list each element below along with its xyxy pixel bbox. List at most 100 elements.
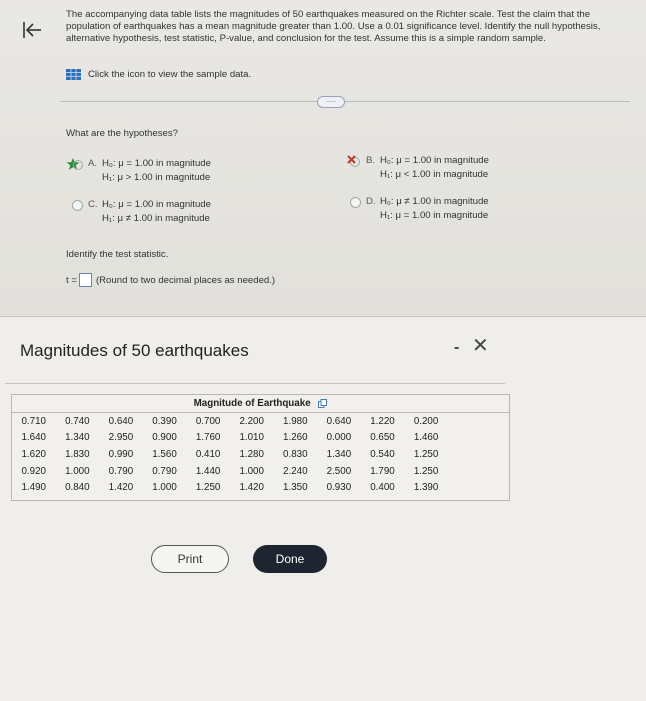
print-button[interactable]: Print [151, 545, 229, 573]
table-row: 0.710 0.740 0.640 0.390 0.700 2.200 1.980 0.640… [12, 413, 509, 430]
table-cell: 0.200 [413, 415, 439, 427]
option-c[interactable]: C. H₀: μ = 1.00 in magnitude H₁: μ ≠ 1.0… [66, 198, 211, 226]
radio-button[interactable] [72, 200, 83, 211]
close-icon[interactable]: ✕ [472, 333, 489, 358]
table-cell: 1.640 [21, 432, 46, 444]
table-cell: 1.250 [413, 465, 439, 477]
table-caption: Magnitude of Earthquake [12, 398, 509, 409]
table-cell: 1.000 [239, 465, 264, 477]
table-cell: 1.620 [21, 448, 46, 460]
rounding-hint: (Round to two decimal places as needed.) [95, 274, 276, 286]
table-cell: 0.990 [108, 448, 134, 460]
table-cell: 0.920 [21, 465, 46, 477]
sample-link-label: Click the icon to view the sample data. [88, 69, 252, 80]
option-letter: C. [88, 199, 98, 210]
null-hypothesis: H₀: μ = 1.00 in magnitude [102, 199, 211, 210]
table-cell: 1.010 [239, 432, 264, 444]
copy-icon[interactable] [318, 398, 328, 408]
table-cell: 1.790 [370, 465, 395, 477]
back-arrow-icon[interactable] [22, 20, 42, 40]
option-b[interactable]: B. H₀: μ = 1.00 in magnitude H₁: μ < 1.0… [344, 154, 489, 182]
t-label: t = [66, 274, 77, 286]
table-body: 0.710 0.740 0.640 0.390 0.700 2.200 1.980 0.640… [12, 412, 509, 496]
table-cell: 2.200 [239, 415, 264, 427]
table-cell: 0.390 [152, 415, 177, 427]
table-cell: 1.250 [195, 482, 221, 494]
dialog-divider [5, 383, 505, 384]
table-icon[interactable] [66, 69, 81, 80]
test-statistic-input[interactable] [78, 273, 92, 287]
table-cell: 0.900 [152, 432, 177, 444]
table-cell: 0.930 [326, 482, 352, 494]
table-cell: 1.280 [239, 448, 264, 460]
alternative-hypothesis: H₁: μ ≠ 1.00 in magnitude [102, 213, 210, 224]
null-hypothesis: H₀: μ = 1.00 in magnitude [102, 158, 211, 169]
table-cell: 1.340 [65, 432, 90, 444]
more-button[interactable]: ..... [317, 96, 345, 108]
table-cell: 1.340 [326, 448, 352, 460]
table-cell: 0.540 [370, 448, 395, 460]
table-cell: 0.830 [283, 448, 308, 460]
table-cell: 1.460 [413, 432, 439, 444]
table-cell: 1.830 [65, 448, 90, 460]
table-row: 1.620 1.830 0.990 1.560 0.410 1.280 0.830 1.340… [12, 446, 509, 463]
null-hypothesis: H₀: μ = 1.00 in magnitude [380, 155, 489, 166]
table-cell: 0.840 [65, 482, 90, 494]
table-row: 1.640 1.340 2.950 0.900 1.760 1.010 1.260 0.000… [12, 430, 509, 447]
test-statistic-row: t = (Round to two decimal places as need… [66, 273, 275, 287]
table-cell: 1.000 [65, 465, 90, 477]
table-cell: 0.000 [326, 432, 352, 444]
table-cell: 1.420 [108, 482, 134, 494]
table-cell: 0.700 [195, 415, 221, 427]
table-cell: 1.390 [413, 482, 439, 494]
hypotheses-prompt: What are the hypotheses? [66, 128, 178, 139]
table-cell: 1.220 [370, 415, 395, 427]
table-row: 0.920 1.000 0.790 0.790 1.440 1.000 2.240 2.500… [12, 463, 509, 480]
alternative-hypothesis: H₁: μ < 1.00 in magnitude [380, 169, 489, 180]
table-cell: 0.400 [370, 482, 395, 494]
table-cell: 0.640 [326, 415, 352, 427]
alternative-hypothesis: H₁: μ = 1.00 in magnitude [380, 210, 489, 221]
table-cell: 0.790 [108, 465, 134, 477]
sample-data-link[interactable]: Click the icon to view the sample data. [66, 69, 251, 80]
option-a[interactable]: A. H₀: μ = 1.00 in magnitude H₁: μ > 1.0… [66, 157, 211, 185]
table-cell: 0.790 [152, 465, 177, 477]
table-cell: 0.410 [195, 448, 221, 460]
section-divider [60, 101, 630, 102]
table-cell: 1.760 [195, 432, 221, 444]
table-cell: 1.440 [195, 465, 221, 477]
table-cell: 2.240 [283, 465, 308, 477]
table-cell: 0.650 [370, 432, 395, 444]
table-cell: 0.640 [108, 415, 134, 427]
incorrect-x-icon [344, 154, 366, 168]
table-row: 1.490 0.840 1.420 1.000 1.250 1.420 1.350 0.930… [12, 479, 509, 496]
alternative-hypothesis: H₁: μ > 1.00 in magnitude [102, 172, 211, 183]
test-statistic-prompt: Identify the test statistic. [66, 249, 169, 260]
magnitude-table: Magnitude of Earthquake 0.710 0.740 0.640 0… [11, 394, 510, 501]
table-cell: 1.000 [152, 482, 177, 494]
option-letter: D. [366, 196, 376, 207]
table-cell: 2.500 [326, 465, 352, 477]
table-cell: 1.250 [413, 448, 439, 460]
option-letter: A. [88, 158, 98, 169]
table-cell: 1.980 [283, 415, 308, 427]
done-button[interactable]: Done [253, 545, 327, 573]
option-letter: B. [366, 155, 376, 166]
table-cell: 2.950 [108, 432, 134, 444]
table-cell: 1.350 [283, 482, 308, 494]
minimize-icon[interactable]: - [454, 339, 459, 357]
table-cell: 1.490 [21, 482, 46, 494]
table-cell: 1.560 [152, 448, 177, 460]
table-cell: 1.260 [283, 432, 308, 444]
table-caption-label: Magnitude of Earthquake [193, 398, 311, 409]
dialog-title: Magnitudes of 50 earthquakes [20, 341, 249, 360]
option-d[interactable]: D. H₀: μ ≠ 1.00 in magnitude H₁: μ = 1.0… [344, 195, 489, 223]
table-cell: 0.740 [65, 415, 90, 427]
question-text: The accompanying data table lists the ma… [66, 9, 601, 44]
null-hypothesis: H₀: μ ≠ 1.00 in magnitude [380, 196, 489, 207]
sample-data-dialog: Magnitudes of 50 earthquakes - ✕ Magnitu… [0, 316, 646, 701]
table-cell: 0.710 [21, 415, 46, 427]
table-cell: 1.420 [239, 482, 264, 494]
correct-star-icon [66, 157, 88, 171]
radio-button[interactable] [350, 197, 361, 208]
